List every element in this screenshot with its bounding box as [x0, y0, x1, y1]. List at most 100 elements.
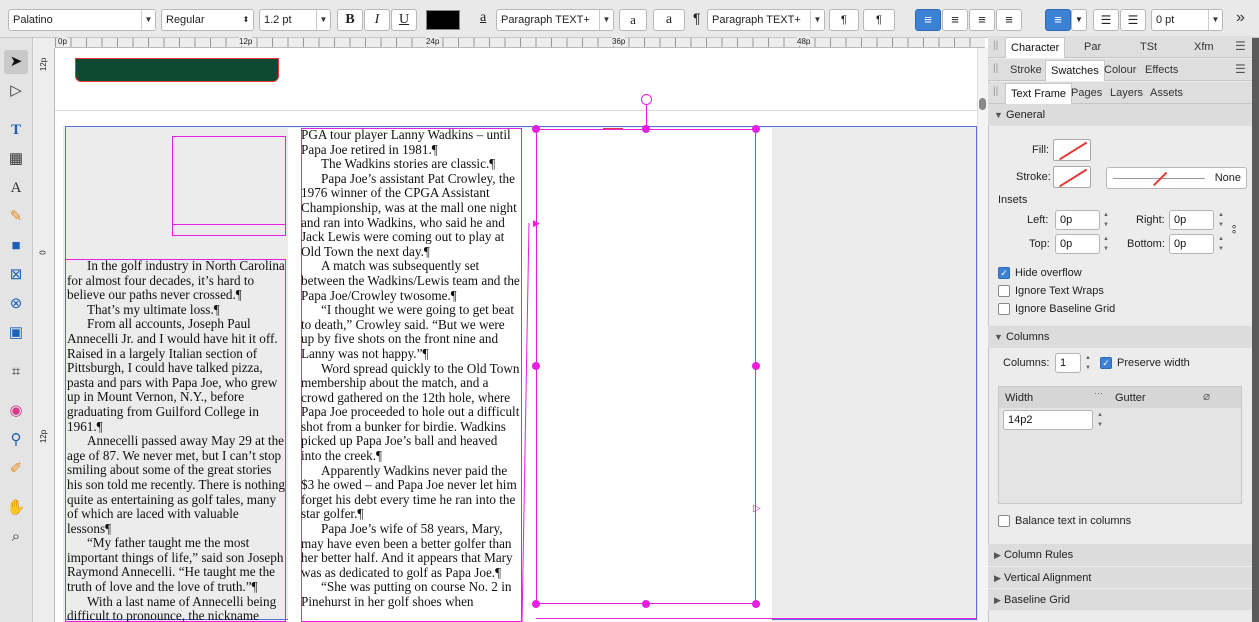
- char-style-clear-button[interactable]: a: [653, 9, 685, 31]
- underline-button[interactable]: U: [391, 9, 417, 31]
- char-style-select[interactable]: Paragraph TEXT+ ▼: [496, 9, 614, 31]
- columns-section-header[interactable]: ▼ Columns: [988, 326, 1252, 348]
- move-tool-icon[interactable]: ➤: [4, 50, 28, 74]
- tab-colour[interactable]: Colour: [1099, 60, 1141, 80]
- column-rules-section-header[interactable]: ▶ Column Rules: [988, 544, 1252, 566]
- align-right-button[interactable]: ≡: [969, 9, 995, 31]
- tab-swatches[interactable]: Swatches: [1045, 60, 1105, 81]
- horizontal-ruler[interactable]: 0p 12p 24p 36p 48p: [55, 37, 985, 48]
- fill-swatch[interactable]: [1053, 139, 1091, 161]
- fill-tool-icon[interactable]: ⚲: [4, 428, 28, 452]
- panel-menu-icon[interactable]: ☰: [1235, 39, 1246, 53]
- resize-handle-mr[interactable]: [752, 362, 760, 370]
- pen-tool-icon[interactable]: ✎: [4, 205, 28, 229]
- font-size-select[interactable]: 1.2 pt ▼: [259, 9, 331, 31]
- resize-handle-br[interactable]: [752, 600, 760, 608]
- color-picker-tool-icon[interactable]: ◉: [4, 399, 28, 423]
- resize-handle-tr[interactable]: [752, 125, 760, 133]
- tab-pages[interactable]: Pages: [1066, 83, 1107, 103]
- document-canvas[interactable]: In the golf industry in North Carolina f…: [55, 48, 977, 622]
- text-tool-icon[interactable]: T: [4, 118, 28, 142]
- tab-assets[interactable]: Assets: [1145, 83, 1188, 103]
- left-inset-input[interactable]: 0p: [1055, 210, 1100, 230]
- justify-button[interactable]: ≡: [996, 9, 1022, 31]
- tab-paragraph[interactable]: Par: [1079, 37, 1106, 57]
- para-style-apply-button[interactable]: ¶: [829, 9, 859, 31]
- text-color-swatch[interactable]: [426, 10, 460, 30]
- tab-text-styles[interactable]: TSt: [1135, 37, 1162, 57]
- vertical-align-button[interactable]: ≡: [1045, 9, 1071, 31]
- link-icon[interactable]: ⌀: [1203, 389, 1210, 403]
- top-inset-stepper[interactable]: ▲ ▼: [1102, 234, 1110, 254]
- numbered-list-button[interactable]: ☰: [1120, 9, 1146, 31]
- vertical-ruler[interactable]: 12p 0 12p: [33, 48, 55, 622]
- tab-text-frame[interactable]: Text Frame: [1005, 83, 1073, 104]
- tab-stroke[interactable]: Stroke: [1005, 60, 1047, 80]
- resize-handle-ml[interactable]: [532, 362, 540, 370]
- columns-count-input[interactable]: 1: [1055, 353, 1081, 373]
- para-style-select[interactable]: Paragraph TEXT+ ▼: [707, 9, 825, 31]
- rectangle-frame-tool-icon[interactable]: ⊠: [4, 263, 28, 287]
- align-left-button[interactable]: ≡: [915, 9, 941, 31]
- preserve-width-checkbox[interactable]: ✓: [1100, 357, 1112, 369]
- balance-columns-checkbox[interactable]: [998, 515, 1010, 527]
- selected-text-frame[interactable]: [536, 129, 756, 604]
- empty-image-frame[interactable]: [172, 136, 286, 236]
- green-banner-image[interactable]: [75, 58, 279, 82]
- resize-handle-tm[interactable]: [642, 125, 650, 133]
- panel-menu-icon[interactable]: ☰: [1235, 62, 1246, 76]
- right-inset-stepper[interactable]: ▲ ▼: [1217, 210, 1225, 230]
- vertical-alignment-section-header[interactable]: ▶ Vertical Alignment: [988, 566, 1252, 588]
- rectangle-tool-icon[interactable]: ■: [4, 234, 28, 258]
- eyedropper-tool-icon[interactable]: ✐: [4, 457, 28, 481]
- stroke-width-slider[interactable]: None: [1106, 167, 1247, 189]
- bold-button[interactable]: B: [337, 9, 363, 31]
- artistic-text-tool-icon[interactable]: A: [4, 176, 28, 200]
- scrollbar-thumb[interactable]: [979, 98, 986, 110]
- resize-handle-bm[interactable]: [642, 600, 650, 608]
- char-style-apply-button[interactable]: a: [619, 9, 647, 31]
- zoom-tool-icon[interactable]: ⌕: [4, 525, 28, 549]
- tab-effects[interactable]: Effects: [1140, 60, 1183, 80]
- column-width-input[interactable]: 14p2: [1003, 410, 1093, 430]
- baseline-grid-section-header[interactable]: ▶ Baseline Grid: [988, 588, 1252, 610]
- more-options-icon[interactable]: »: [1236, 9, 1245, 27]
- general-section-header[interactable]: ▼ General: [988, 104, 1252, 126]
- tab-transform[interactable]: Xfm: [1189, 37, 1219, 57]
- node-tool-icon[interactable]: ▷: [4, 79, 28, 103]
- stroke-swatch[interactable]: [1053, 166, 1091, 188]
- width-options-icon[interactable]: ⋯: [1094, 388, 1103, 399]
- top-inset-input[interactable]: 0p: [1055, 234, 1100, 254]
- tab-layers[interactable]: Layers: [1105, 83, 1148, 103]
- italic-button[interactable]: I: [364, 9, 390, 31]
- hide-overflow-checkbox[interactable]: ✓: [998, 267, 1010, 279]
- ignore-text-wraps-checkbox[interactable]: [998, 285, 1010, 297]
- vertical-scrollbar[interactable]: [977, 48, 988, 622]
- bottom-inset-stepper[interactable]: ▲ ▼: [1217, 234, 1225, 254]
- indent-input[interactable]: 0 pt ▼: [1151, 9, 1223, 31]
- align-center-button[interactable]: ≡: [942, 9, 968, 31]
- columns-count-stepper[interactable]: ▲ ▼: [1084, 353, 1092, 373]
- font-family-select[interactable]: Palatino ▼: [8, 9, 156, 31]
- picture-tool-icon[interactable]: ▣: [4, 321, 28, 345]
- resize-handle-tl[interactable]: [532, 125, 540, 133]
- vertical-align-dropdown[interactable]: ▼: [1071, 9, 1087, 31]
- link-insets-icon[interactable]: ⦂: [1232, 220, 1236, 237]
- ellipse-frame-tool-icon[interactable]: ⊗: [4, 292, 28, 316]
- font-style-select[interactable]: Regular ⬍: [161, 9, 254, 31]
- bullet-list-button[interactable]: ☰: [1093, 9, 1119, 31]
- para-style-clear-button[interactable]: ¶: [863, 9, 895, 31]
- article-column-2[interactable]: PGA tour player Lanny Wadkins – until Pa…: [301, 128, 520, 622]
- crop-tool-icon[interactable]: ⌗: [4, 360, 28, 384]
- right-inset-input[interactable]: 0p: [1169, 210, 1214, 230]
- hand-tool-icon[interactable]: ✋: [4, 496, 28, 520]
- article-column-1[interactable]: In the golf industry in North Carolina f…: [67, 259, 286, 622]
- column-width-stepper[interactable]: ▲ ▼: [1096, 410, 1104, 430]
- tab-character[interactable]: Character: [1005, 37, 1066, 58]
- ignore-baseline-grid-checkbox[interactable]: [998, 303, 1010, 315]
- resize-handle-bl[interactable]: [532, 600, 540, 608]
- bottom-inset-input[interactable]: 0p: [1169, 234, 1214, 254]
- rotation-handle[interactable]: [641, 94, 652, 105]
- left-inset-stepper[interactable]: ▲ ▼: [1102, 210, 1110, 230]
- table-tool-icon[interactable]: ▦: [4, 147, 28, 171]
